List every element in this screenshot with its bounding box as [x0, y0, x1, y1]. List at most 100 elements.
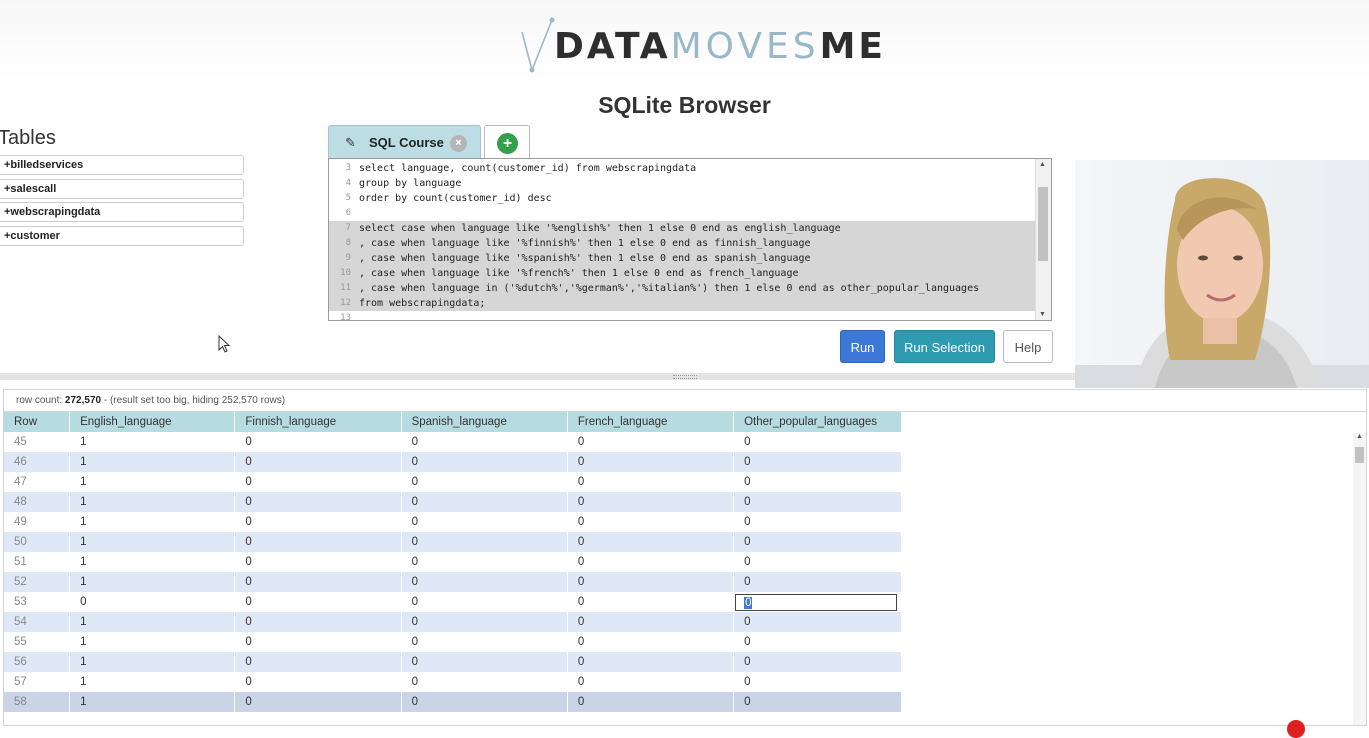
row-number-cell[interactable]: 50	[4, 532, 71, 552]
table-cell[interactable]: 0	[234, 592, 402, 612]
table-cell[interactable]: 0	[567, 512, 735, 532]
table-row[interactable]: 46 1 0 0 0 0	[4, 452, 902, 472]
code-line[interactable]: 9 , case when language like '%spanish%' t…	[329, 251, 1036, 266]
code-line[interactable]: 13	[329, 311, 1036, 320]
table-cell[interactable]: 0	[733, 612, 902, 632]
table-row[interactable]: 50 1 0 0 0 0	[4, 532, 902, 552]
sql-editor[interactable]: 3 select language, count(customer_id) fro…	[328, 158, 1052, 321]
table-cell[interactable]: 0	[401, 552, 568, 572]
table-cell[interactable]: 0	[234, 472, 402, 492]
table-cell[interactable]: 0	[567, 452, 735, 472]
code-line[interactable]: 4 group by language	[329, 176, 1036, 191]
code-line[interactable]: 8 , case when language like '%finnish%' t…	[329, 236, 1036, 251]
row-number-cell[interactable]: 47	[4, 472, 71, 492]
table-item[interactable]: +salescall	[0, 178, 244, 199]
table-cell[interactable]: 1	[69, 472, 236, 492]
table-cell[interactable]: 0	[401, 492, 568, 512]
code-line[interactable]: 5 order by count(customer_id) desc	[329, 191, 1036, 206]
table-cell[interactable]: 0	[567, 572, 735, 592]
scroll-down-icon[interactable]: ▼	[1039, 311, 1046, 318]
table-row[interactable]: 56 1 0 0 0 0	[4, 652, 902, 672]
row-number-cell[interactable]: 49	[4, 512, 71, 532]
table-cell[interactable]: 0	[733, 592, 902, 612]
table-cell[interactable]: 0	[733, 652, 902, 672]
table-row[interactable]: 47 1 0 0 0 0	[4, 472, 902, 492]
row-number-cell[interactable]: 57	[4, 672, 71, 692]
column-header[interactable]: French_language	[567, 412, 735, 432]
table-cell[interactable]: 0	[234, 532, 402, 552]
table-row[interactable]: 58 1 0 0 0 0	[4, 692, 902, 712]
editor-scroll-thumb[interactable]	[1038, 187, 1048, 261]
row-number-cell[interactable]: 45	[4, 432, 71, 452]
table-cell[interactable]: 1	[69, 572, 236, 592]
table-cell[interactable]: 0	[567, 632, 735, 652]
table-cell[interactable]: 0	[401, 692, 568, 712]
help-button[interactable]: Help	[1003, 330, 1053, 363]
results-scrollbar[interactable]: ▲	[1353, 433, 1366, 725]
code-text[interactable]: from webscrapingdata;	[359, 296, 485, 311]
table-cell[interactable]: 0	[401, 432, 568, 452]
column-header[interactable]: Row	[4, 412, 71, 432]
code-text[interactable]: , case when language in ('%dutch%','%ger…	[359, 281, 979, 296]
code-text[interactable]: group by language	[359, 176, 461, 191]
column-header[interactable]: English_language	[69, 412, 236, 432]
table-cell[interactable]: 0	[733, 692, 902, 712]
run-button[interactable]: Run	[840, 330, 885, 363]
table-cell[interactable]: 1	[69, 512, 236, 532]
table-cell[interactable]: 0	[733, 432, 902, 452]
table-row[interactable]: 45 1 0 0 0 0	[4, 432, 902, 452]
splitter-grip-icon[interactable]	[673, 375, 697, 379]
table-cell[interactable]: 0	[567, 672, 735, 692]
table-cell[interactable]: 0	[733, 452, 902, 472]
table-cell[interactable]: 0	[567, 692, 735, 712]
table-cell[interactable]: 0	[234, 552, 402, 572]
table-cell[interactable]: 0	[567, 492, 735, 512]
scroll-up-icon[interactable]: ▲	[1356, 433, 1363, 440]
table-cell[interactable]: 0	[567, 552, 735, 572]
table-item[interactable]: +billedservices	[0, 155, 244, 175]
table-cell[interactable]: 1	[69, 452, 236, 472]
code-line[interactable]: 11 , case when language in ('%dutch%','%g…	[329, 281, 1036, 296]
row-number-cell[interactable]: 52	[4, 572, 71, 592]
table-cell[interactable]: 0	[733, 512, 902, 532]
table-cell[interactable]: 0	[733, 532, 902, 552]
table-cell[interactable]: 0	[234, 652, 402, 672]
code-line[interactable]: 10 , case when language like '%french%' t…	[329, 266, 1036, 281]
table-cell[interactable]: 0	[401, 612, 568, 632]
table-cell[interactable]: 0	[567, 472, 735, 492]
table-cell[interactable]: 0	[733, 572, 902, 592]
row-number-cell[interactable]: 56	[4, 652, 71, 672]
table-cell[interactable]: 0	[733, 492, 902, 512]
table-cell[interactable]: 0	[234, 672, 402, 692]
table-row[interactable]: 49 1 0 0 0 0	[4, 512, 902, 532]
table-cell[interactable]: 0	[567, 592, 735, 612]
table-cell[interactable]: 0	[234, 432, 402, 452]
table-cell[interactable]: 0	[733, 472, 902, 492]
run-selection-button[interactable]: Run Selection	[894, 330, 995, 363]
column-header[interactable]: Spanish_language	[401, 412, 568, 432]
table-cell[interactable]: 0	[69, 592, 236, 612]
table-cell[interactable]: 1	[69, 552, 236, 572]
results-scroll-thumb[interactable]	[1355, 447, 1364, 463]
table-cell[interactable]: 0	[733, 672, 902, 692]
code-text[interactable]: , case when language like '%finnish%' th…	[359, 236, 811, 251]
table-cell[interactable]: 1	[69, 652, 236, 672]
table-cell[interactable]: 0	[401, 452, 568, 472]
code-line[interactable]: 12 from webscrapingdata;	[329, 296, 1036, 311]
row-number-cell[interactable]: 46	[4, 452, 71, 472]
table-cell[interactable]: 0	[401, 572, 568, 592]
code-text[interactable]: select language, count(customer_id) from…	[359, 161, 696, 176]
table-item[interactable]: +customer	[0, 225, 244, 246]
code-text[interactable]: , case when language like '%spanish%' th…	[359, 251, 811, 266]
tab-sql-course[interactable]: ✎ SQL Course ×	[328, 125, 481, 158]
row-number-cell[interactable]: 53	[4, 592, 71, 612]
row-number-cell[interactable]: 54	[4, 612, 71, 632]
column-header[interactable]: Finnish_language	[234, 412, 402, 432]
code-text[interactable]: order by count(customer_id) desc	[359, 191, 552, 206]
row-number-cell[interactable]: 58	[4, 692, 71, 712]
close-tab-icon[interactable]: ×	[450, 135, 467, 152]
table-cell[interactable]: 0	[401, 472, 568, 492]
table-cell[interactable]: 0	[567, 432, 735, 452]
table-cell[interactable]: 0	[567, 532, 735, 552]
table-cell[interactable]: 1	[69, 532, 236, 552]
